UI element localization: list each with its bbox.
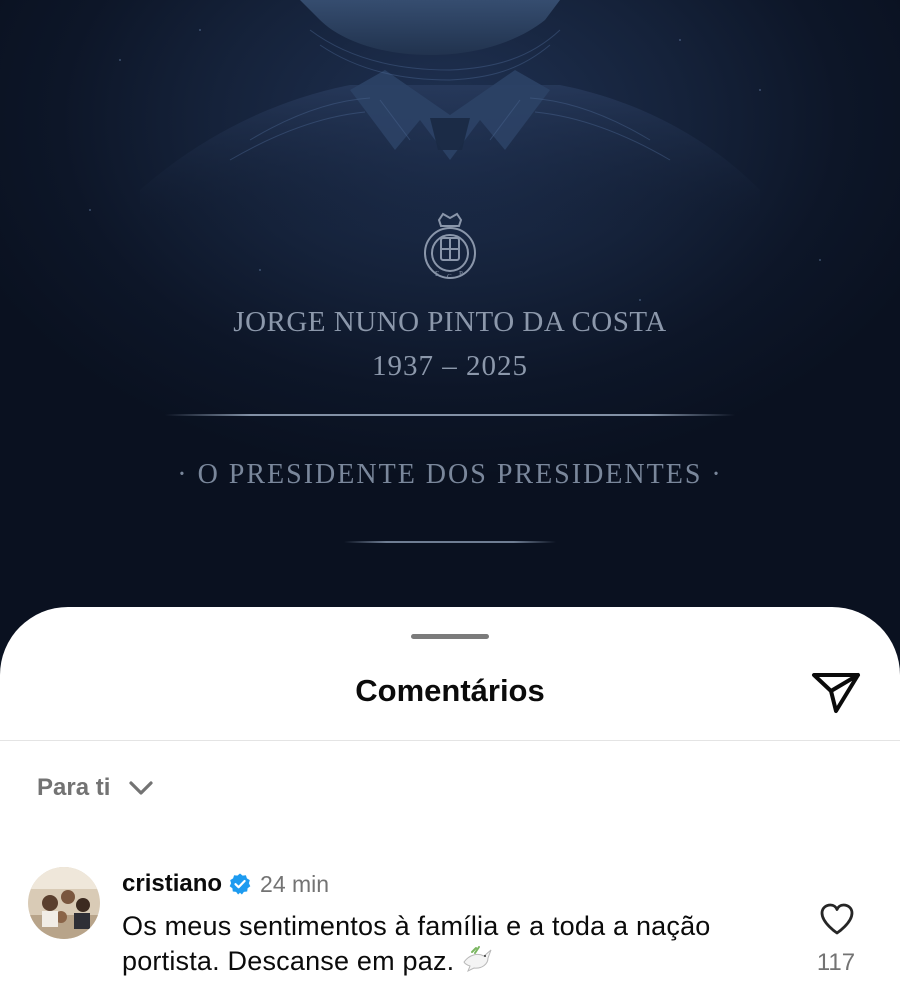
verified-badge-icon bbox=[229, 873, 251, 895]
sort-dropdown[interactable]: Para ti bbox=[37, 771, 154, 805]
sheet-title: Comentários bbox=[355, 673, 545, 708]
tribute-name: JORGE NUNO PINTO DA COSTA bbox=[233, 306, 667, 338]
header-divider bbox=[0, 740, 900, 741]
comment-username[interactable]: cristiano bbox=[122, 870, 222, 898]
sort-label: Para ti bbox=[37, 774, 111, 801]
instagram-comments-screen: F C P JORGE NUNO PINTO DA COSTA 1937 – 2… bbox=[0, 0, 900, 995]
avatar[interactable] bbox=[28, 867, 100, 939]
send-icon[interactable] bbox=[806, 665, 866, 717]
comment-meta: cristiano 24 min bbox=[122, 869, 329, 899]
comment-text: Os meus sentimentos à família e a toda a… bbox=[122, 911, 711, 976]
decorative-divider bbox=[165, 414, 735, 416]
tribute-years: 1937 – 2025 bbox=[372, 350, 528, 382]
comment-timestamp: 24 min bbox=[260, 870, 330, 897]
comment-item: cristiano 24 min Os meus sentimentos à f… bbox=[0, 865, 900, 995]
post-image: F C P JORGE NUNO PINTO DA COSTA 1937 – 2… bbox=[0, 0, 900, 640]
svg-text:F: F bbox=[435, 270, 439, 278]
tribute-motto: · O PRESIDENTE DOS PRESIDENTES · bbox=[177, 459, 723, 490]
heart-icon[interactable] bbox=[818, 901, 856, 937]
chevron-down-icon bbox=[129, 781, 153, 795]
decorative-divider-short bbox=[344, 541, 556, 543]
avatar-photo bbox=[28, 867, 100, 939]
comments-sheet: Comentários Para ti cristiano 24 min Os … bbox=[0, 607, 900, 995]
sheet-drag-handle[interactable] bbox=[411, 634, 489, 639]
comment-body: Os meus sentimentos à família e a toda a… bbox=[122, 909, 762, 979]
svg-text:P: P bbox=[459, 270, 463, 278]
fc-porto-crest-icon: F C P bbox=[424, 212, 476, 281]
svg-text:C: C bbox=[447, 273, 452, 281]
like-count: 117 bbox=[816, 949, 856, 976]
dove-icon bbox=[463, 946, 492, 973]
